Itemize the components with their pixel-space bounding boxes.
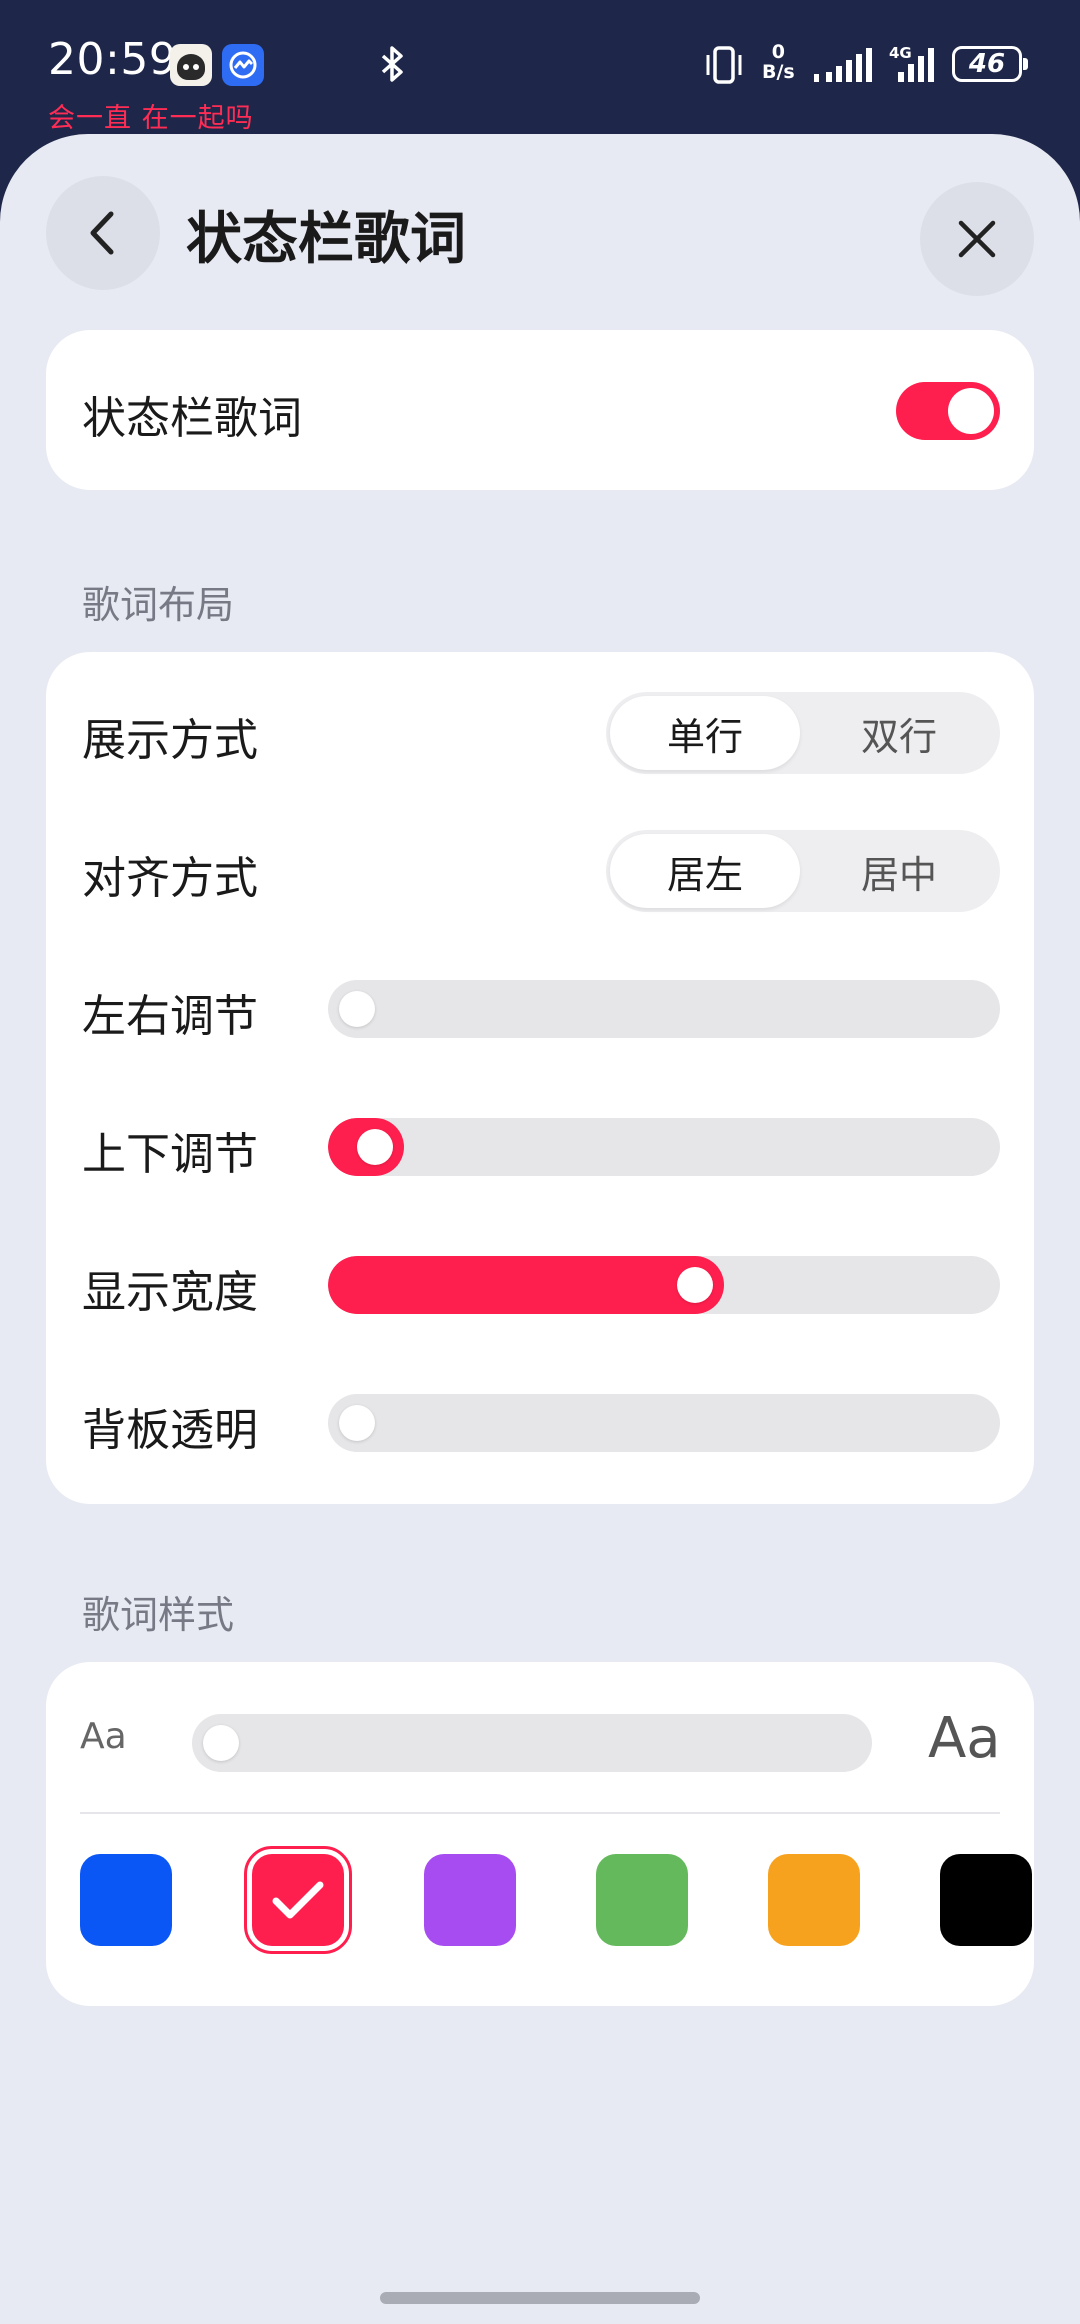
lyric-toggle-switch[interactable] (896, 382, 1000, 440)
lyric-toggle-card: 状态栏歌词 (46, 330, 1034, 490)
net-speed: 0 B/s (762, 42, 795, 82)
status-bar-lyric: 会一直 在一起吗 (48, 103, 254, 134)
vertical-adjust-label: 上下调节 (82, 1129, 258, 1180)
close-icon (958, 220, 996, 258)
color-swatch-purple[interactable] (424, 1854, 516, 1946)
display-mode-double[interactable]: 双行 (804, 696, 994, 770)
display-mode-single[interactable]: 单行 (610, 696, 800, 770)
color-swatch-green[interactable] (596, 1854, 688, 1946)
net-speed-value: 0 (771, 41, 785, 63)
font-size-slider[interactable] (192, 1714, 872, 1772)
alignment-segmented: 居左 居中 (606, 830, 1000, 912)
back-button[interactable] (46, 176, 160, 290)
horizontal-adjust-label: 左右调节 (82, 991, 258, 1042)
horizontal-adjust-slider[interactable] (328, 980, 1000, 1038)
layout-card: 展示方式 单行 双行 对齐方式 居左 居中 左右调节 上下调节 显示宽度 背板透… (46, 652, 1034, 1504)
divider (80, 1812, 1000, 1814)
font-size-large-label: Aa (928, 1706, 1001, 1771)
display-width-label: 显示宽度 (82, 1267, 258, 1318)
settings-sheet: 状态栏歌词 状态栏歌词 歌词布局 展示方式 单行 双行 对齐方式 居左 居中 左… (0, 134, 1080, 2324)
vibrate-icon (702, 46, 746, 88)
close-button[interactable] (920, 182, 1034, 296)
color-swatch-blue[interactable] (80, 1854, 172, 1946)
color-swatch-black[interactable] (940, 1854, 1032, 1946)
check-icon (272, 1881, 324, 1919)
bluetooth-icon (378, 44, 408, 88)
status-bar: 20:59 会一直 在一起吗 0 B/s 4G 46 (0, 0, 1080, 135)
slider-knob[interactable] (203, 1725, 239, 1761)
signal-icon (812, 46, 878, 88)
battery-indicator: 46 (952, 46, 1028, 82)
font-size-small-label: Aa (80, 1716, 127, 1757)
display-width-slider[interactable] (328, 1256, 1000, 1314)
slider-fill (328, 1256, 724, 1314)
display-mode-segmented: 单行 双行 (606, 692, 1000, 774)
slider-knob[interactable] (339, 1405, 375, 1441)
net-speed-unit: B/s (762, 61, 795, 83)
style-card: Aa Aa (46, 1662, 1034, 2006)
signal-4g-icon: 4G (888, 42, 942, 90)
toggle-knob (948, 388, 994, 434)
display-mode-label: 展示方式 (82, 715, 258, 766)
vertical-adjust-slider[interactable] (328, 1118, 1000, 1176)
network-type: 4G (889, 44, 912, 62)
slider-knob[interactable] (339, 991, 375, 1027)
color-swatch-red[interactable] (244, 1846, 352, 1954)
page-title: 状态栏歌词 (186, 207, 466, 272)
chart-app-icon (222, 44, 264, 86)
color-swatch-orange[interactable] (768, 1854, 860, 1946)
alignment-center[interactable]: 居中 (804, 834, 994, 908)
home-indicator[interactable] (380, 2292, 700, 2304)
bg-opacity-label: 背板透明 (82, 1405, 258, 1456)
slider-knob[interactable] (676, 1267, 713, 1303)
alignment-left[interactable]: 居左 (610, 834, 800, 908)
chevron-left-icon (90, 211, 114, 255)
bg-opacity-slider[interactable] (328, 1394, 1000, 1452)
clock: 20:59 (48, 34, 178, 85)
style-section-heading: 歌词样式 (82, 1593, 235, 1637)
layout-section-heading: 歌词布局 (82, 583, 235, 627)
lyric-toggle-label: 状态栏歌词 (82, 393, 302, 444)
penguin-app-icon (170, 44, 212, 86)
alignment-label: 对齐方式 (82, 853, 258, 904)
